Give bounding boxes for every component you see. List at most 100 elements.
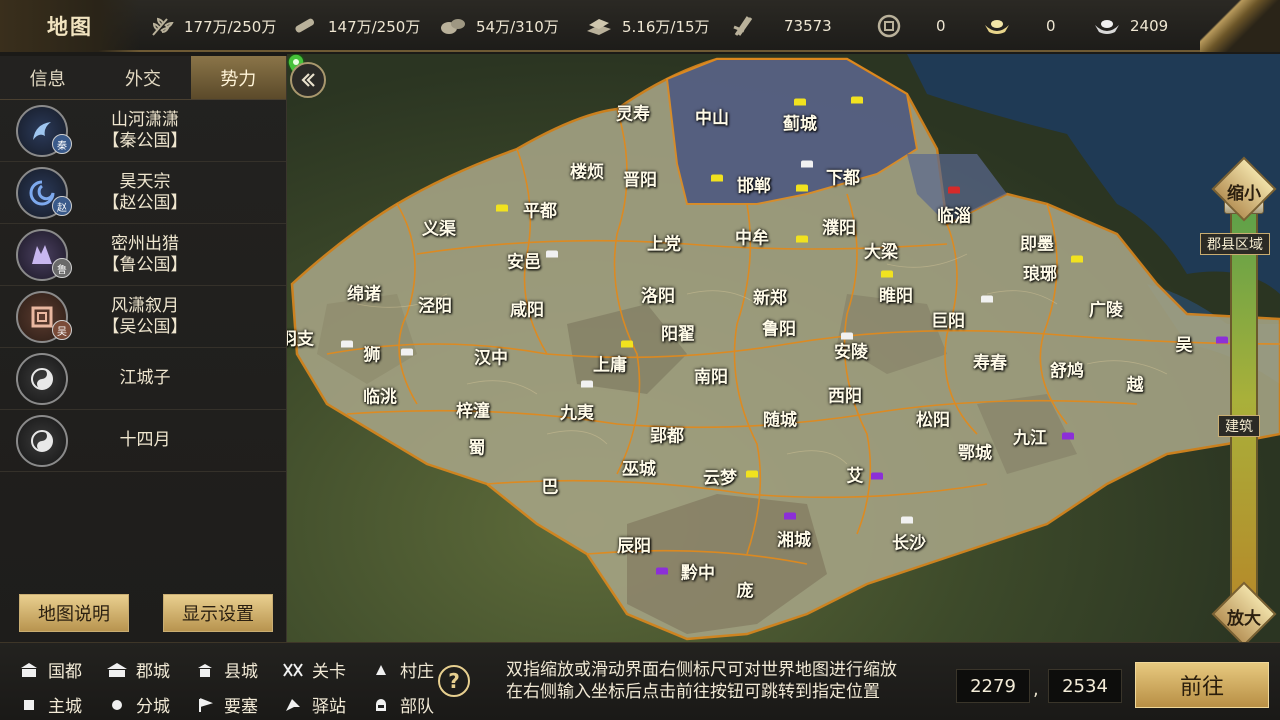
- city-label[interactable]: 汉中: [474, 344, 508, 369]
- city-label[interactable]: 越: [1127, 371, 1144, 396]
- city-label[interactable]: 平都: [523, 197, 557, 222]
- city-marker-icon[interactable]: [871, 472, 883, 480]
- city-label[interactable]: 九江: [1013, 424, 1047, 449]
- city-marker-icon[interactable]: [851, 96, 863, 104]
- city-label[interactable]: 吴: [1176, 331, 1193, 356]
- city-label[interactable]: 湘城: [777, 526, 811, 551]
- city-label[interactable]: 临淄: [937, 202, 971, 227]
- city-marker-icon[interactable]: [656, 567, 668, 575]
- faction-item[interactable]: 十四月: [0, 410, 286, 472]
- back-button[interactable]: [1200, 0, 1280, 52]
- faction-item[interactable]: 秦 山河潇潇 【秦公国】: [0, 100, 286, 162]
- zoom-slider-track[interactable]: [1230, 200, 1258, 600]
- city-marker-icon[interactable]: [881, 270, 893, 278]
- city-label[interactable]: 上庸: [593, 351, 627, 376]
- capital-marker-icon[interactable]: [948, 186, 960, 194]
- city-marker-icon[interactable]: [796, 235, 808, 243]
- city-label[interactable]: 楼烦: [570, 158, 604, 183]
- coord-x-input[interactable]: 2279: [956, 669, 1030, 703]
- city-label[interactable]: 云梦: [703, 464, 737, 489]
- city-marker-icon[interactable]: [401, 348, 413, 356]
- city-label[interactable]: 西阳: [828, 382, 862, 407]
- city-marker-icon[interactable]: [841, 332, 853, 340]
- city-label[interactable]: 广陵: [1089, 296, 1123, 321]
- city-marker-icon[interactable]: [1216, 336, 1228, 344]
- go-button[interactable]: 前往: [1135, 662, 1269, 708]
- city-label[interactable]: 巫城: [622, 455, 656, 480]
- faction-item[interactable]: 江城子: [0, 348, 286, 410]
- city-label[interactable]: 黔中: [681, 559, 715, 584]
- city-label[interactable]: 洛阳: [641, 282, 675, 307]
- city-label[interactable]: 即墨: [1020, 230, 1054, 255]
- city-marker-icon[interactable]: [794, 98, 806, 106]
- tab-diplomacy[interactable]: 外交: [95, 56, 190, 99]
- city-marker-icon[interactable]: [901, 516, 913, 524]
- city-label[interactable]: 邯郸: [737, 172, 771, 197]
- city-marker-icon[interactable]: [496, 204, 508, 212]
- city-label[interactable]: 中山: [695, 104, 729, 129]
- building-zoom-tag[interactable]: 建筑: [1218, 415, 1260, 437]
- city-label[interactable]: 舒鸠: [1050, 357, 1084, 382]
- faction-item[interactable]: 赵 昊天宗 【赵公国】: [0, 162, 286, 224]
- city-label[interactable]: 阳翟: [661, 320, 695, 345]
- city-label[interactable]: 中牟: [735, 224, 769, 249]
- city-label[interactable]: 随城: [763, 406, 797, 431]
- city-label[interactable]: 郢都: [650, 422, 684, 447]
- city-label[interactable]: 松阳: [916, 406, 950, 431]
- city-label[interactable]: 安陵: [834, 338, 868, 363]
- city-label[interactable]: 蜀: [469, 434, 486, 459]
- city-label[interactable]: 梓潼: [456, 397, 490, 422]
- city-label[interactable]: 巨阳: [931, 307, 965, 332]
- tab-factions[interactable]: 势力: [190, 56, 286, 99]
- city-label[interactable]: 狮: [364, 341, 381, 366]
- city-label[interactable]: 下都: [826, 164, 860, 189]
- region-zoom-tag[interactable]: 郡县区域: [1200, 233, 1270, 255]
- city-marker-icon[interactable]: [796, 184, 808, 192]
- tab-info[interactable]: 信息: [0, 56, 95, 99]
- city-label[interactable]: 鄂城: [958, 439, 992, 464]
- city-marker-icon[interactable]: [981, 295, 993, 303]
- city-label[interactable]: 晋阳: [623, 166, 657, 191]
- city-label[interactable]: 九夷: [560, 399, 594, 424]
- city-label[interactable]: 大梁: [864, 238, 898, 263]
- city-label[interactable]: 巴: [542, 473, 559, 498]
- city-label[interactable]: 新郑: [753, 284, 787, 309]
- faction-item[interactable]: 吴 风潇叙月 【吴公国】: [0, 286, 286, 348]
- city-label[interactable]: 南阳: [694, 363, 728, 388]
- city-label[interactable]: 辰阳: [617, 532, 651, 557]
- city-label[interactable]: 蓟城: [783, 110, 817, 135]
- city-label[interactable]: 寿春: [973, 349, 1007, 374]
- city-marker-icon[interactable]: [711, 174, 723, 182]
- city-marker-icon[interactable]: [581, 380, 593, 388]
- city-marker-icon[interactable]: [621, 340, 633, 348]
- city-marker-icon[interactable]: [1062, 432, 1074, 440]
- city-label[interactable]: 绵诸: [347, 280, 381, 305]
- city-label[interactable]: 上党: [647, 230, 681, 255]
- city-label[interactable]: 义渠: [422, 215, 456, 240]
- city-label[interactable]: 临洮: [363, 383, 397, 408]
- city-label[interactable]: 庞: [737, 577, 754, 602]
- city-label[interactable]: 长沙: [892, 529, 926, 554]
- coord-y-input[interactable]: 2534: [1048, 669, 1122, 703]
- help-button[interactable]: ?: [438, 665, 470, 697]
- city-label[interactable]: 琅琊: [1023, 260, 1057, 285]
- city-marker-icon[interactable]: [546, 250, 558, 258]
- faction-item[interactable]: 鲁 密州出猎 【鲁公国】: [0, 224, 286, 286]
- city-label[interactable]: 安邑: [507, 248, 541, 273]
- world-map[interactable]: 灵寿 中山 蓟城 楼烦 晋阳 邯郸 下都 平都 临淄 义渠 上党 中牟 濮阳 即…: [287, 54, 1280, 642]
- city-marker-icon[interactable]: [1071, 255, 1083, 263]
- map-legend-button[interactable]: 地图说明: [19, 594, 129, 632]
- city-marker-icon[interactable]: [784, 512, 796, 520]
- city-label[interactable]: 睢阳: [879, 282, 913, 307]
- display-settings-button[interactable]: 显示设置: [163, 594, 273, 632]
- city-label[interactable]: 艾: [847, 462, 864, 487]
- city-label[interactable]: 泾阳: [418, 292, 452, 317]
- city-label[interactable]: 鲁阳: [762, 315, 796, 340]
- city-label[interactable]: 咸阳: [510, 296, 544, 321]
- city-marker-icon[interactable]: [801, 160, 813, 168]
- city-label[interactable]: 濮阳: [822, 214, 856, 239]
- city-marker-icon[interactable]: [341, 340, 353, 348]
- city-marker-icon[interactable]: [746, 470, 758, 478]
- city-label[interactable]: 灵寿: [616, 100, 650, 125]
- city-label[interactable]: 羽支: [287, 325, 314, 350]
